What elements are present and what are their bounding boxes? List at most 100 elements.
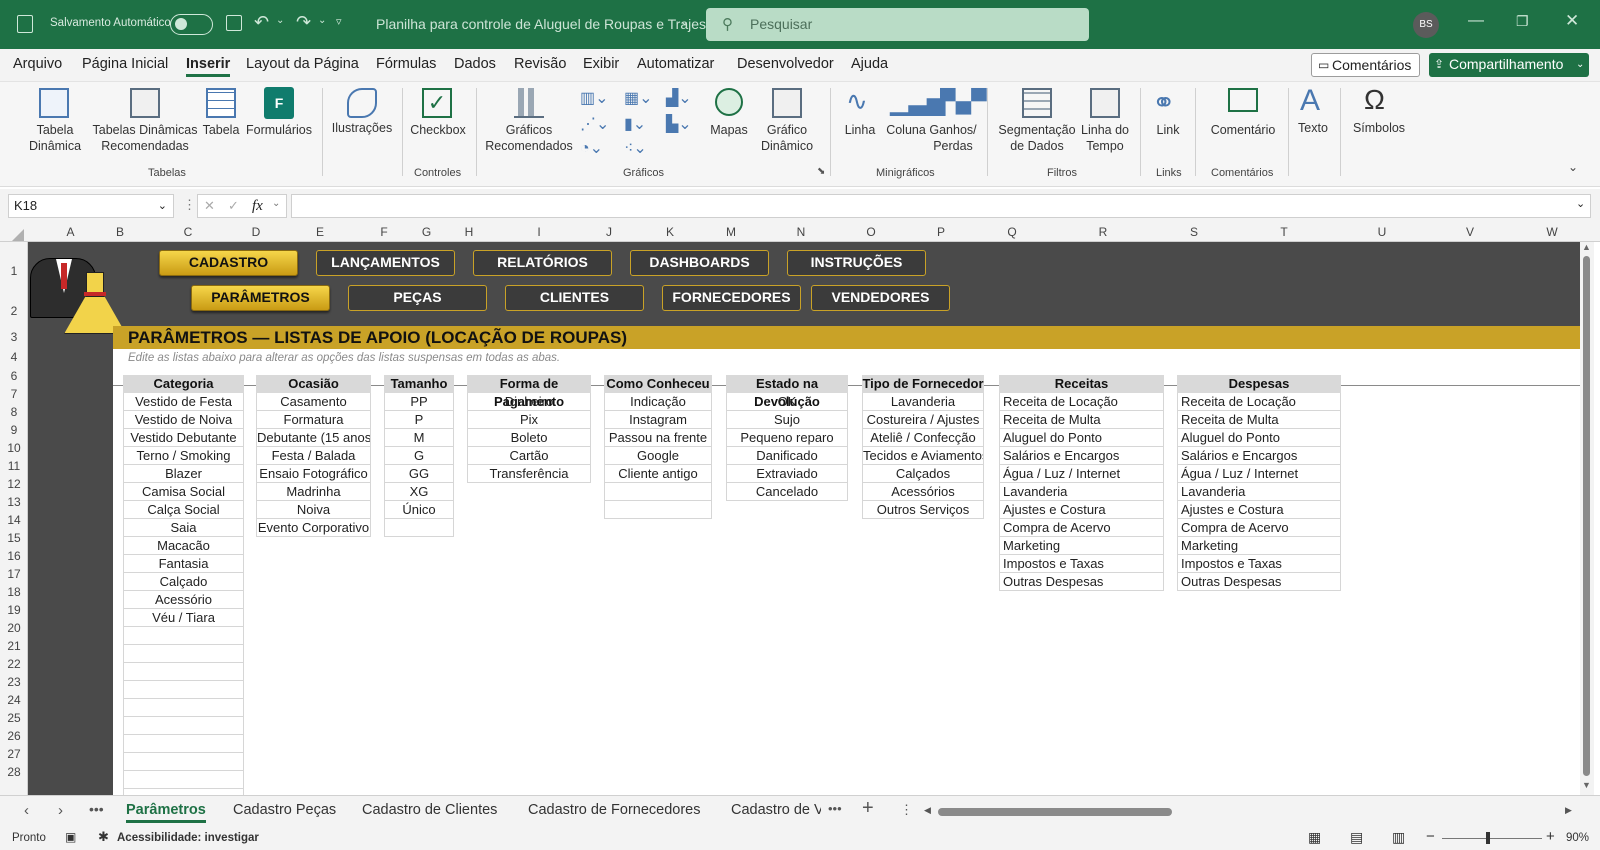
page-break-icon[interactable]: ▥	[1392, 829, 1405, 846]
pivot-table-button[interactable]: Tabela Dinâmica	[20, 122, 90, 154]
row-header[interactable]: 27	[0, 745, 28, 763]
restore-icon[interactable]: ❐	[1516, 13, 1529, 30]
list-cell-despesas[interactable]: Salários e Encargos	[1177, 447, 1341, 465]
list-cell-receitas[interactable]: Compra de Acervo	[999, 519, 1164, 537]
column-chart-icon[interactable]: ▥⌄	[580, 88, 609, 108]
more-options-icon[interactable]: ⋮	[183, 197, 196, 213]
zoom-slider-thumb[interactable]	[1486, 832, 1490, 844]
list-cell-receitas[interactable]: Marketing	[999, 537, 1164, 555]
prev-sheet-icon[interactable]: ‹	[24, 802, 29, 819]
tab-options-icon[interactable]: ⋮	[900, 802, 913, 818]
dialog-launcher-icon[interactable]: ⬊	[817, 166, 825, 177]
horizontal-scroll-thumb[interactable]	[938, 808, 1172, 816]
list-cell-categoria[interactable]: Vestido Debutante	[123, 429, 244, 447]
list-cell-conheceu[interactable]: Google	[604, 447, 712, 465]
comment-button[interactable]: Comentário	[1206, 122, 1280, 138]
col-header-o[interactable]: O	[864, 223, 878, 242]
macro-icon[interactable]: ▣	[65, 830, 76, 844]
list-cell-receitas[interactable]: Ajustes e Costura	[999, 501, 1164, 519]
waterfall-chart-icon[interactable]: ▟⌄	[666, 88, 692, 108]
list-cell-categoria[interactable]: Blazer	[123, 465, 244, 483]
row-header[interactable]: 16	[0, 547, 28, 565]
list-cell-receitas[interactable]: Água / Luz / Internet	[999, 465, 1164, 483]
col-header-i[interactable]: I	[476, 223, 602, 242]
list-cell-ocasiao[interactable]: Formatura	[256, 411, 371, 429]
zoom-out-icon[interactable]: −	[1426, 828, 1435, 845]
table-button[interactable]: Tabela	[200, 122, 242, 138]
expand-formula-icon[interactable]: ⌄	[1576, 197, 1585, 210]
col-header-g[interactable]: G	[391, 223, 462, 242]
tab-dados[interactable]: Dados	[454, 56, 496, 72]
row-header[interactable]: 12	[0, 475, 28, 493]
list-cell-devolucao[interactable]: Danificado	[726, 447, 848, 465]
list-cell-receitas[interactable]: Outras Despesas	[999, 573, 1164, 591]
col-header-t[interactable]: T	[1202, 223, 1366, 242]
list-cell-conheceu[interactable]	[604, 483, 712, 501]
list-cell-categoria[interactable]	[123, 681, 244, 699]
list-cell-tamanho[interactable]: GG	[384, 465, 454, 483]
checkbox-button[interactable]: Checkbox	[406, 122, 470, 138]
col-header-r[interactable]: R	[1020, 223, 1186, 242]
row-header[interactable]: 22	[0, 655, 28, 673]
list-cell-tamanho[interactable]: Único	[384, 501, 454, 519]
col-header-s[interactable]: S	[1186, 223, 1202, 242]
tab-formulas[interactable]: Fórmulas	[376, 56, 436, 72]
list-cell-conheceu[interactable]: Indicação	[604, 393, 712, 411]
pivot-chart-button[interactable]: Gráfico Dinâmico	[752, 122, 822, 154]
row-header[interactable]: 4	[0, 347, 28, 367]
maps-button[interactable]: Mapas	[704, 122, 754, 138]
list-cell-receitas[interactable]: Salários e Encargos	[999, 447, 1164, 465]
nav-button-lancamentos[interactable]: LANÇAMENTOS	[316, 250, 455, 276]
combo-chart-icon[interactable]: ▙⌄	[666, 114, 692, 134]
vertical-scrollbar[interactable]: ▲ ▼	[1580, 242, 1594, 795]
list-cell-categoria[interactable]: Terno / Smoking	[123, 447, 244, 465]
enter-icon[interactable]: ✓	[228, 198, 239, 214]
redo-icon[interactable]: ↷	[296, 12, 311, 33]
list-cell-devolucao[interactable]: Cancelado	[726, 483, 848, 501]
row-header[interactable]: 26	[0, 727, 28, 745]
list-cell-pagamento[interactable]: Pix	[467, 411, 591, 429]
line-chart-icon[interactable]: ⋰⌄	[580, 114, 609, 134]
quick-access-more-icon[interactable]: ▿	[336, 15, 342, 28]
list-cell-categoria[interactable]: Calçado	[123, 573, 244, 591]
tab-desenvolvedor[interactable]: Desenvolvedor	[737, 56, 834, 72]
list-cell-conheceu[interactable]: Instagram	[604, 411, 712, 429]
hscroll-right-icon[interactable]: ▶	[1565, 805, 1572, 816]
list-cell-despesas[interactable]: Outras Despesas	[1177, 573, 1341, 591]
list-cell-despesas[interactable]: Impostos e Taxas	[1177, 555, 1341, 573]
list-cell-despesas[interactable]: Água / Luz / Internet	[1177, 465, 1341, 483]
scroll-up-icon[interactable]: ▲	[1582, 242, 1591, 252]
list-cell-devolucao[interactable]: Pequeno reparo	[726, 429, 848, 447]
list-cell-conheceu[interactable]: Cliente antigo	[604, 465, 712, 483]
list-cell-devolucao[interactable]: Extraviado	[726, 465, 848, 483]
pie-chart-icon[interactable]: ◔⌄	[580, 138, 603, 158]
slicer-button[interactable]: Segmentação de Dados	[994, 122, 1080, 154]
list-cell-tamanho[interactable]: M	[384, 429, 454, 447]
sheet-tab-cadastro-pecas[interactable]: Cadastro Peças	[233, 802, 336, 818]
sheet-tab-cadastro-clientes[interactable]: Cadastro de Clientes	[362, 802, 497, 818]
fx-icon[interactable]: fx	[252, 198, 263, 215]
normal-view-icon[interactable]: ▦	[1308, 829, 1321, 846]
accessibility-status[interactable]: Acessibilidade: investigar	[117, 832, 259, 844]
list-cell-categoria[interactable]: Acessório	[123, 591, 244, 609]
tab-layout[interactable]: Layout da Página	[246, 56, 359, 72]
list-cell-despesas[interactable]: Aluguel do Ponto	[1177, 429, 1341, 447]
list-cell-fornecedor[interactable]: Outros Serviços	[862, 501, 984, 519]
tab-exibir[interactable]: Exibir	[583, 56, 619, 72]
tab-pagina-inicial[interactable]: Página Inicial	[82, 56, 168, 72]
list-cell-pagamento[interactable]: Cartão	[467, 447, 591, 465]
list-cell-categoria[interactable]: Vestido de Noiva	[123, 411, 244, 429]
hierarchy-chart-icon[interactable]: ▦⌄	[624, 88, 653, 108]
forms-button[interactable]: Formulários	[243, 122, 315, 138]
nav-button-relatorios[interactable]: RELATÓRIOS	[473, 250, 612, 276]
row-header[interactable]: 13	[0, 493, 28, 511]
undo-dropdown-icon[interactable]: ⌄	[276, 15, 284, 26]
undo-icon[interactable]: ↶	[254, 12, 269, 33]
nav-button-cadastro[interactable]: CADASTRO	[159, 250, 298, 276]
row-header[interactable]: 6	[0, 367, 28, 385]
list-cell-receitas[interactable]: Impostos e Taxas	[999, 555, 1164, 573]
sparkline-line-button[interactable]: Linha	[838, 122, 882, 138]
row-header[interactable]: 8	[0, 403, 28, 421]
cancel-icon[interactable]: ✕	[204, 198, 215, 214]
list-cell-despesas[interactable]: Receita de Locação	[1177, 393, 1341, 411]
